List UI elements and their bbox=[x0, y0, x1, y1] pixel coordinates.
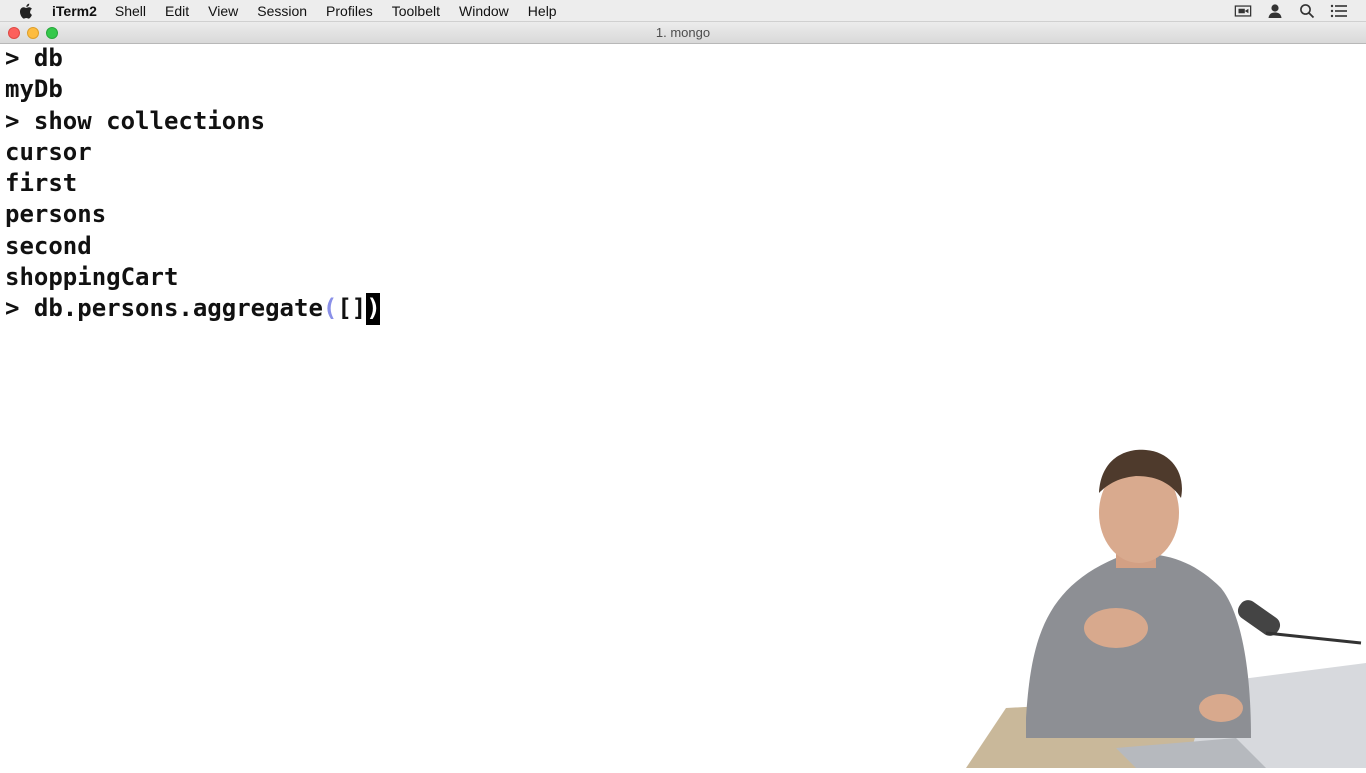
notification-center-icon[interactable] bbox=[1330, 2, 1348, 20]
apple-logo-icon[interactable] bbox=[18, 2, 36, 20]
window-title: 1. mongo bbox=[0, 22, 1366, 44]
window-titlebar[interactable]: 1. mongo bbox=[0, 22, 1366, 44]
terminal-line: shoppingCart bbox=[5, 262, 380, 293]
user-icon[interactable] bbox=[1266, 2, 1284, 20]
menu-view[interactable]: View bbox=[208, 0, 238, 22]
input-command-text: db.persons.aggregate bbox=[34, 294, 323, 322]
terminal-line: second bbox=[5, 231, 380, 262]
menu-window[interactable]: Window bbox=[459, 0, 509, 22]
output-text: myDb bbox=[5, 75, 63, 103]
presenter-webcam-overlay bbox=[966, 438, 1366, 768]
terminal-input-line[interactable]: > db.persons.aggregate([]) bbox=[5, 293, 380, 324]
menu-edit[interactable]: Edit bbox=[165, 0, 189, 22]
output-text: persons bbox=[5, 200, 106, 228]
presenter-hand bbox=[1084, 608, 1148, 648]
menu-profiles[interactable]: Profiles bbox=[326, 0, 373, 22]
status-menu-area bbox=[1234, 0, 1348, 22]
presenter-illustration bbox=[966, 438, 1366, 768]
terminal-line: persons bbox=[5, 199, 380, 230]
menu-shell[interactable]: Shell bbox=[115, 0, 146, 22]
output-text: second bbox=[5, 232, 92, 260]
terminal-line: > db bbox=[5, 44, 380, 74]
screen-record-icon[interactable] bbox=[1234, 2, 1252, 20]
terminal-line: myDb bbox=[5, 74, 380, 105]
menu-session[interactable]: Session bbox=[257, 0, 307, 22]
text-cursor[interactable]: ) bbox=[366, 293, 380, 324]
command-text: db bbox=[34, 44, 63, 72]
menu-bar: iTerm2 Shell Edit View Session Profiles … bbox=[0, 0, 1366, 22]
prompt: > bbox=[5, 44, 34, 72]
prompt: > bbox=[5, 107, 34, 135]
terminal-line: cursor bbox=[5, 137, 380, 168]
command-text: show collections bbox=[34, 107, 265, 135]
output-text: shoppingCart bbox=[5, 263, 178, 291]
terminal-line: first bbox=[5, 168, 380, 199]
output-text: cursor bbox=[5, 138, 92, 166]
terminal-output: > db myDb > show collections cursor firs… bbox=[5, 44, 380, 325]
terminal-line: > show collections bbox=[5, 106, 380, 137]
menu-app-name[interactable]: iTerm2 bbox=[52, 0, 97, 22]
presenter-hand bbox=[1199, 694, 1243, 722]
spotlight-search-icon[interactable] bbox=[1298, 2, 1316, 20]
menu-help[interactable]: Help bbox=[528, 0, 557, 22]
matched-paren-highlight: ( bbox=[323, 294, 337, 322]
prompt: > bbox=[5, 294, 34, 322]
menu-toolbelt[interactable]: Toolbelt bbox=[392, 0, 440, 22]
input-array-text: [] bbox=[337, 294, 366, 322]
output-text: first bbox=[5, 169, 77, 197]
mic-arm bbox=[1266, 633, 1361, 643]
